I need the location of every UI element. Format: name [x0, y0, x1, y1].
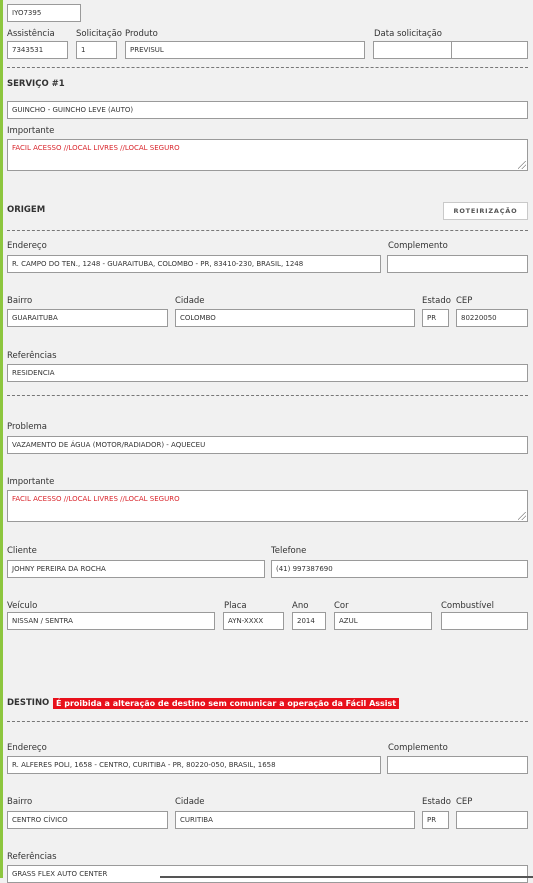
- roteirizacao-button[interactable]: ROTEIRIZAÇÃO: [443, 202, 528, 220]
- ocorrencia-importante-textarea[interactable]: FACIL ACESSO //LOCAL LIVRES //LOCAL SEGU…: [7, 490, 528, 522]
- solicitacao-label: Solicitação: [76, 29, 122, 39]
- produto-label: Produto: [125, 29, 158, 39]
- data-solicitacao-label: Data solicitação: [374, 29, 443, 39]
- combustivel-label: Combustível: [441, 601, 494, 611]
- destino-cep-label: CEP: [456, 797, 473, 807]
- section-divider: [7, 67, 528, 68]
- destino-cidade-field[interactable]: CURITIBA: [175, 811, 415, 829]
- placa-label: Placa: [224, 601, 247, 611]
- section-divider: [7, 721, 528, 722]
- combustivel-field[interactable]: [441, 612, 528, 630]
- origem-complemento-label: Complemento: [388, 241, 448, 251]
- placa-field[interactable]: AYN-XXXX: [223, 612, 284, 630]
- origem-endereco-field[interactable]: R. CAMPO DO TEN., 1248 - GUARAITUBA, COL…: [7, 255, 381, 273]
- veiculo-label: Veículo: [7, 601, 38, 611]
- telefone-label: Telefone: [271, 546, 307, 556]
- servico-tipo-field[interactable]: GUINCHO - GUINCHO LEVE (AUTO): [7, 101, 528, 119]
- origem-referencias-field[interactable]: RESIDENCIA: [7, 364, 528, 382]
- service-form: IYO7395 Assistência Solicitação Produto …: [0, 0, 533, 883]
- hora-field[interactable]: [451, 41, 528, 59]
- destino-estado-label: Estado: [422, 797, 451, 807]
- destino-endereco-field[interactable]: R. ALFERES POLI, 1658 - CENTRO, CURITIBA…: [7, 756, 381, 774]
- origem-bairro-label: Bairro: [7, 296, 33, 306]
- origem-complemento-field[interactable]: [387, 255, 528, 273]
- destino-bairro-field[interactable]: CENTRO CÍVICO: [7, 811, 168, 829]
- destino-warning-badge: É proibida a alteração de destino sem co…: [53, 698, 400, 709]
- origem-cidade-field[interactable]: COLOMBO: [175, 309, 415, 327]
- resize-grip-icon[interactable]: [518, 512, 526, 520]
- ocorrencia-importante-label: Importante: [7, 477, 55, 487]
- assistencia-field[interactable]: 7343531: [7, 41, 68, 59]
- origem-cep-label: CEP: [456, 296, 473, 306]
- destino-referencias-label: Referências: [7, 852, 57, 862]
- origem-cidade-label: Cidade: [175, 296, 205, 306]
- origem-cep-field[interactable]: 80220050: [456, 309, 528, 327]
- solicitacao-field[interactable]: 1: [76, 41, 117, 59]
- cliente-field[interactable]: JOHNY PEREIRA DA ROCHA: [7, 560, 265, 578]
- data-field[interactable]: [373, 41, 452, 59]
- servico-importante-text: FACIL ACESSO //LOCAL LIVRES //LOCAL SEGU…: [12, 144, 180, 152]
- section-divider: [7, 395, 528, 396]
- telefone-field[interactable]: (41) 997387690: [271, 560, 528, 578]
- origem-estado-field[interactable]: PR: [422, 309, 449, 327]
- destino-referencias-field[interactable]: GRASS FLEX AUTO CENTER: [7, 865, 528, 883]
- servico-importante-label: Importante: [7, 126, 55, 136]
- cor-label: Cor: [334, 601, 349, 611]
- left-accent-bar: [0, 0, 3, 878]
- ano-label: Ano: [292, 601, 309, 611]
- destino-cep-field[interactable]: [456, 811, 528, 829]
- veiculo-field[interactable]: NISSAN / SENTRA: [7, 612, 215, 630]
- origem-endereco-label: Endereço: [7, 241, 47, 251]
- problema-field[interactable]: VAZAMENTO DE ÁGUA (MOTOR/RADIADOR) - AQU…: [7, 436, 528, 454]
- origem-title: ORIGEM: [7, 205, 46, 215]
- resize-grip-icon[interactable]: [518, 161, 526, 169]
- destino-complemento-label: Complemento: [388, 743, 448, 753]
- destino-endereco-label: Endereço: [7, 743, 47, 753]
- destino-estado-field[interactable]: PR: [422, 811, 449, 829]
- servico-title: SERVIÇO #1: [7, 79, 65, 89]
- origem-referencias-label: Referências: [7, 351, 57, 361]
- origem-estado-label: Estado: [422, 296, 451, 306]
- servico-importante-textarea[interactable]: FACIL ACESSO //LOCAL LIVRES //LOCAL SEGU…: [7, 139, 528, 171]
- destino-cidade-label: Cidade: [175, 797, 205, 807]
- cor-field[interactable]: AZUL: [334, 612, 432, 630]
- cliente-label: Cliente: [7, 546, 37, 556]
- ocorrencia-importante-text: FACIL ACESSO //LOCAL LIVRES //LOCAL SEGU…: [12, 495, 180, 503]
- code-field[interactable]: IYO7395: [7, 4, 81, 22]
- section-divider: [7, 230, 528, 231]
- assistencia-label: Assistência: [7, 29, 55, 39]
- ano-field[interactable]: 2014: [292, 612, 326, 630]
- destino-complemento-field[interactable]: [387, 756, 528, 774]
- destino-bairro-label: Bairro: [7, 797, 33, 807]
- produto-field[interactable]: PREVISUL: [125, 41, 365, 59]
- origem-bairro-field[interactable]: GUARAITUBA: [7, 309, 168, 327]
- problema-label: Problema: [7, 422, 47, 432]
- destino-title: DESTINO: [7, 698, 50, 708]
